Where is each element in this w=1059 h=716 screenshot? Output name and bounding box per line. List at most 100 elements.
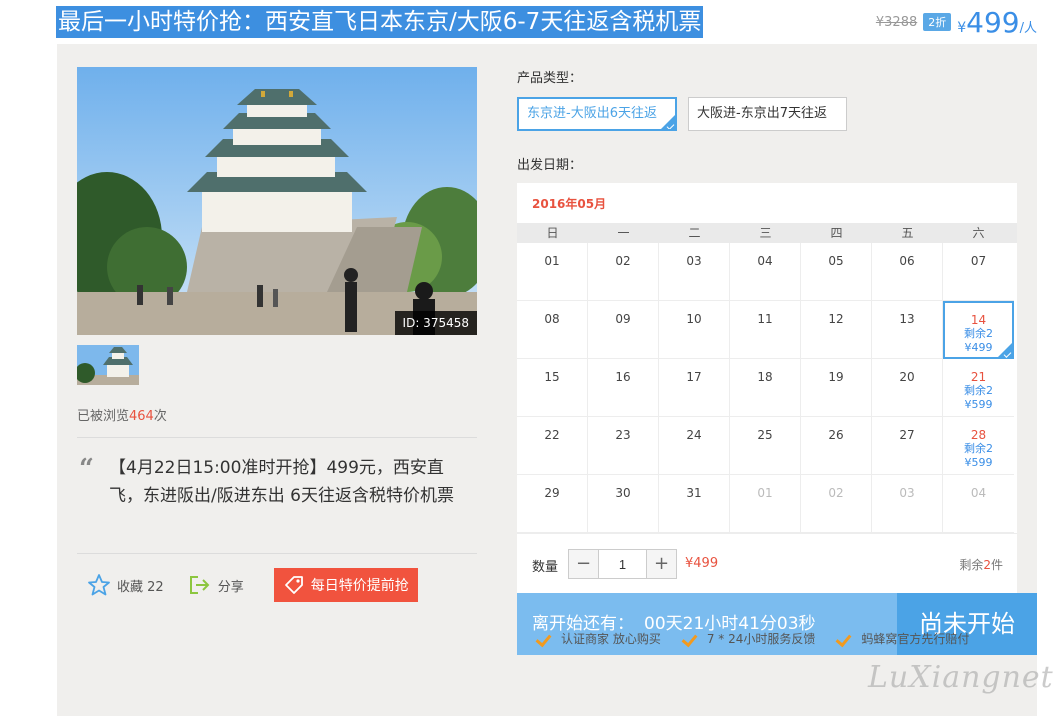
day-number: 21: [970, 370, 987, 384]
day-number: 14: [970, 313, 987, 327]
original-price: ¥3288: [875, 14, 918, 30]
calendar-day: 07: [943, 243, 1014, 301]
calendar-day: 06: [872, 243, 943, 301]
favorite-button[interactable]: 收藏 22: [87, 573, 164, 597]
calendar-day: 18: [730, 359, 801, 417]
weekday-label: 日: [546, 226, 559, 240]
guarantee-item: 7 * 24小时服务反馈: [683, 630, 816, 647]
day-number: 05: [828, 254, 844, 268]
day-remaining: 剩余2: [964, 327, 993, 340]
share-icon: [189, 576, 210, 594]
calendar-day: 22: [517, 417, 588, 475]
quantity-input[interactable]: [598, 550, 647, 578]
action-bar: 收藏 22 分享 每日特价提前抢: [77, 568, 477, 602]
decrement-button[interactable]: −: [569, 550, 598, 578]
tag-icon: [284, 576, 303, 594]
day-number: 01: [544, 254, 560, 268]
check-icon: [683, 632, 699, 646]
day-number: 06: [899, 254, 915, 268]
day-number: 12: [828, 312, 844, 326]
day-number: 16: [615, 370, 631, 384]
day-number: 03: [899, 486, 915, 500]
calendar-day: 01: [517, 243, 588, 301]
calendar-day: 19: [801, 359, 872, 417]
calendar-week-row: 22 23 24 25 26 27 28 剩余2 ¥599: [517, 417, 1017, 475]
calendar-day: 15: [517, 359, 588, 417]
photo-id-tag: ID: 375458: [394, 311, 477, 335]
day-number: 29: [544, 486, 560, 500]
calendar-day: 09: [588, 301, 659, 359]
calendar-day: 04: [730, 243, 801, 301]
selected-check-icon: [661, 115, 675, 129]
guarantee-item: 蚂蜂窝官方先行赔付: [837, 630, 969, 647]
calendar-day: 25: [730, 417, 801, 475]
day-price: ¥599: [964, 456, 993, 469]
day-number: 19: [828, 370, 844, 384]
day-number: 18: [757, 370, 773, 384]
price-value: 499: [966, 5, 1020, 39]
day-remaining: 剩余2: [964, 442, 993, 455]
calendar-weekday-header: 日一二三四五六: [517, 223, 1017, 243]
day-number: 24: [686, 428, 702, 442]
calendar-day: 13: [872, 301, 943, 359]
departure-calendar: 2016年05月 日 一 二 三 四 五 六 01 02 03 04 05 06 07 08 09 10 11 1…: [517, 183, 1017, 533]
day-number: 02: [828, 486, 844, 500]
day-number: 08: [544, 312, 560, 326]
increment-button[interactable]: +: [647, 550, 676, 578]
guarantee-item: 认证商家 放心购买: [537, 630, 661, 647]
calendar-day-available[interactable]: 28 剩余2 ¥599: [943, 417, 1014, 475]
guarantee-list: 认证商家 放心购买 7 * 24小时服务反馈 蚂蜂窝官方先行赔付: [537, 630, 969, 647]
weekday-label: 四: [830, 226, 843, 240]
main-photo[interactable]: ID: 375458: [77, 67, 477, 335]
daily-deal-button[interactable]: 每日特价提前抢: [273, 568, 418, 602]
calendar-day: 10: [659, 301, 730, 359]
calendar-day: 01: [730, 475, 801, 533]
day-price: ¥599: [964, 398, 993, 411]
current-price: ¥ 499 /人: [957, 6, 1037, 39]
calendar-day: 17: [659, 359, 730, 417]
day-number: 13: [899, 312, 915, 326]
price-unit: /人: [1019, 20, 1037, 36]
type-option-osaka-tokyo[interactable]: 大阪进-东京出7天往返: [688, 97, 847, 131]
day-number: 23: [615, 428, 631, 442]
selected-check-icon: [998, 343, 1012, 357]
calendar-day: 11: [730, 301, 801, 359]
quote-icon: “: [79, 454, 94, 484]
watermark: LuXiangnet: [868, 660, 1054, 695]
day-number: 03: [686, 254, 702, 268]
quantity-stepper: − +: [568, 549, 677, 579]
weekday-label: 五: [901, 226, 914, 240]
calendar-day: 05: [801, 243, 872, 301]
day-number: 15: [544, 370, 560, 384]
calendar-day: 26: [801, 417, 872, 475]
calendar-week-row: 29 30 31 01 02 03 04: [517, 475, 1017, 533]
calendar-day: 29: [517, 475, 588, 533]
calendar-month: 2016年05月: [532, 197, 607, 211]
quantity-row: 数量 − + ¥499 剩余2件: [517, 533, 1017, 593]
castle-photo-illustration: [77, 67, 477, 335]
photo-thumbnail[interactable]: [77, 345, 139, 385]
page-title: 最后一小时特价抢：西安直飞日本东京/大阪6-7天往返含税机票: [56, 6, 704, 38]
day-number: 10: [686, 312, 702, 326]
day-number: 30: [615, 486, 631, 500]
calendar-day: 03: [659, 243, 730, 301]
view-count: 已被浏览464次: [77, 409, 167, 424]
type-option-tokyo-osaka[interactable]: 东京进-大阪出6天往返: [517, 97, 677, 131]
calendar-day-available[interactable]: 14 剩余2 ¥499: [943, 301, 1014, 359]
calendar-day-available[interactable]: 21 剩余2 ¥599: [943, 359, 1014, 417]
day-number: 28: [970, 428, 987, 442]
share-button[interactable]: 分享: [188, 574, 244, 596]
quantity-label: 数量: [532, 560, 559, 575]
stock-remaining: 剩余2件: [959, 558, 1003, 572]
weekday-label: 三: [759, 226, 772, 240]
day-number: 22: [544, 428, 560, 442]
price-box: ¥3288 2折 ¥ 499 /人: [876, 4, 1037, 40]
calendar-day: 20: [872, 359, 943, 417]
calendar-day: 31: [659, 475, 730, 533]
calendar-day: 30: [588, 475, 659, 533]
calendar-week-row: 01 02 03 04 05 06 07: [517, 243, 1017, 301]
calendar-day: 27: [872, 417, 943, 475]
day-number: 27: [899, 428, 915, 442]
departure-date-label: 出发日期：: [517, 158, 583, 173]
calendar-day: 04: [943, 475, 1014, 533]
